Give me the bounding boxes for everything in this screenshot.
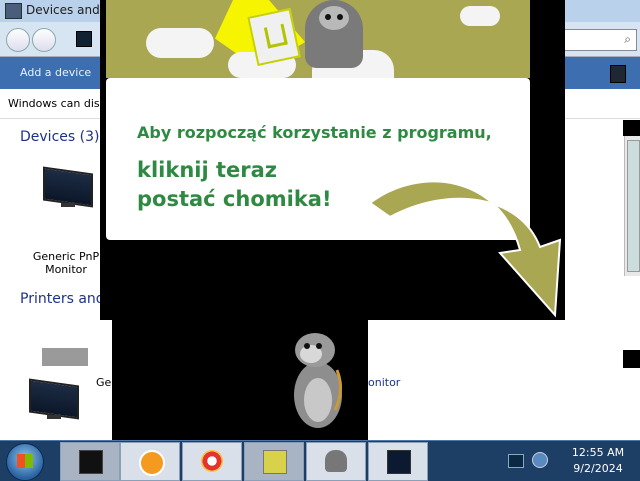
scroll-thumb[interactable] — [627, 140, 640, 272]
cloud-graphic-4 — [460, 6, 500, 26]
add-device-button[interactable]: Add a device — [20, 66, 91, 79]
display-icon — [387, 450, 411, 474]
search-input[interactable]: ⌕ — [563, 29, 637, 51]
device-label-partial-right: onitor — [368, 376, 401, 389]
forward-button[interactable] — [32, 28, 56, 52]
clock-time: 12:55 AM — [571, 446, 625, 459]
search-icon: ⌕ — [624, 32, 631, 46]
devices-section-title[interactable]: Devices (3) — [20, 129, 99, 145]
marmot-mascot-icon — [325, 450, 347, 472]
clock-date: 9/2/2024 — [573, 462, 623, 475]
media-player-icon — [139, 450, 165, 476]
devices-printers-icon — [79, 450, 103, 474]
chomikuj-app-icon — [263, 450, 287, 474]
printer-icon[interactable] — [42, 348, 88, 366]
info-bar-text: Windows can disp — [8, 97, 107, 110]
system-tray: 12:55 AM 9/2/2024 — [498, 441, 640, 480]
monitor-icon — [43, 166, 93, 208]
address-folder-icon — [76, 31, 92, 47]
volume-icon[interactable] — [532, 452, 548, 468]
popup-message-line1: Aby rozpocząć korzystanie z programu, — [137, 123, 492, 142]
taskbar-item-display[interactable] — [368, 442, 428, 481]
popup-message-line2: kliknij teraz — [137, 158, 278, 182]
back-button[interactable] — [6, 28, 30, 52]
browser-icon — [201, 450, 223, 472]
taskbar-item-devices[interactable] — [60, 442, 120, 481]
printers-section-title[interactable]: Printers and — [20, 291, 105, 307]
taskbar-item-media[interactable] — [120, 442, 180, 481]
window-title: Devices and P — [26, 3, 111, 17]
curved-arrow-icon — [368, 180, 562, 318]
hamster-mascot-icon[interactable] — [285, 330, 351, 430]
device-label-partial-left: Ge — [96, 376, 112, 389]
taskbar-item-marmot[interactable] — [306, 442, 366, 481]
monitor-icon-2[interactable] — [22, 372, 82, 432]
help-icon[interactable] — [610, 65, 626, 83]
cloud-graphic — [146, 28, 214, 58]
taskbar-item-chomikuj[interactable] — [244, 442, 304, 481]
taskbar-item-browser[interactable] — [182, 442, 242, 481]
black-block-2 — [623, 350, 640, 368]
window-icon — [5, 3, 22, 19]
windows-logo-icon — [17, 454, 33, 468]
clock[interactable]: 12:55 AM 9/2/2024 — [558, 445, 638, 477]
network-icon[interactable] — [508, 454, 524, 468]
vertical-scrollbar[interactable] — [624, 136, 640, 276]
black-block — [623, 120, 640, 136]
start-button[interactable] — [6, 443, 44, 481]
marmot-banner-icon — [305, 0, 363, 68]
popup-message-line3: postać chomika! — [137, 187, 332, 211]
